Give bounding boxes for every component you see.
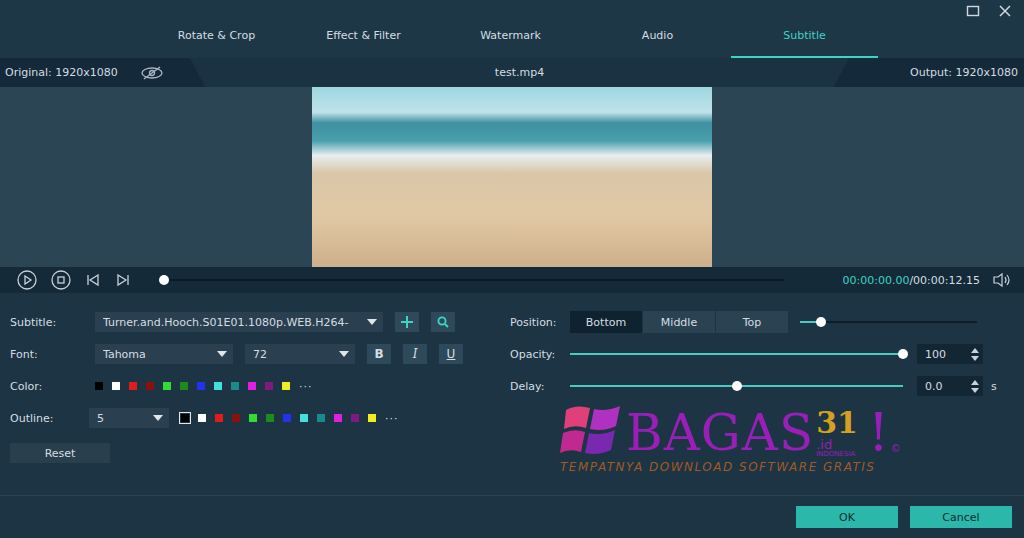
font-style-button[interactable]: U bbox=[439, 344, 463, 364]
color-swatch[interactable] bbox=[231, 382, 239, 390]
tab[interactable]: Subtitle bbox=[731, 0, 878, 58]
subtitle-editor-window: Rotate & CropEffect & FilterWatermarkAud… bbox=[0, 0, 1024, 538]
color-swatch[interactable] bbox=[265, 382, 273, 390]
player-bar: 00:00:00.00/00:00:12.15 bbox=[0, 267, 1024, 293]
color-swatch[interactable] bbox=[163, 382, 171, 390]
outline-swatch[interactable] bbox=[232, 414, 240, 422]
search-icon bbox=[437, 316, 449, 328]
info-row: Original: 1920x1080 test.mp4 Output: 1920x… bbox=[0, 58, 1024, 87]
color-swatch[interactable] bbox=[197, 382, 205, 390]
position-selector: BottomMiddleTop bbox=[570, 311, 788, 333]
tab[interactable]: Effect & Filter bbox=[290, 0, 437, 58]
outline-swatch[interactable] bbox=[317, 414, 325, 422]
outline-swatch[interactable] bbox=[198, 414, 206, 422]
close-icon[interactable] bbox=[998, 4, 1012, 18]
color-swatch[interactable] bbox=[282, 382, 290, 390]
tab[interactable]: Watermark bbox=[437, 0, 584, 58]
previous-icon[interactable] bbox=[84, 271, 102, 289]
color-label: Color: bbox=[10, 380, 83, 393]
outline-swatch[interactable] bbox=[300, 414, 308, 422]
position-slider[interactable] bbox=[800, 321, 977, 323]
stop-icon[interactable] bbox=[50, 269, 72, 291]
output-size: Output: 1920x1080 bbox=[910, 66, 1018, 79]
outline-swatch[interactable] bbox=[266, 414, 274, 422]
font-label: Font: bbox=[10, 348, 83, 361]
font-dropdown[interactable]: Tahoma bbox=[95, 344, 233, 364]
delay-unit: s bbox=[991, 380, 997, 393]
dialog-button[interactable]: OK bbox=[796, 506, 898, 528]
video-frame bbox=[312, 87, 712, 267]
outline-swatch[interactable] bbox=[351, 414, 359, 422]
footer: OK Cancel bbox=[0, 495, 1024, 538]
delay-label: Delay: bbox=[510, 380, 558, 393]
reset-button[interactable]: Reset bbox=[10, 443, 110, 463]
outline-swatch[interactable] bbox=[215, 414, 223, 422]
outline-label: Outline: bbox=[10, 412, 83, 425]
tab[interactable]: Rotate & Crop bbox=[143, 0, 290, 58]
next-icon[interactable] bbox=[114, 271, 132, 289]
color-swatch[interactable] bbox=[180, 382, 188, 390]
search-subtitle-button[interactable] bbox=[431, 312, 455, 332]
outline-swatch[interactable] bbox=[368, 414, 376, 422]
color-swatch[interactable] bbox=[146, 382, 154, 390]
eye-hidden-icon[interactable] bbox=[140, 66, 164, 80]
preview-area bbox=[0, 87, 1024, 267]
color-swatch[interactable] bbox=[129, 382, 137, 390]
outline-swatch[interactable] bbox=[181, 414, 189, 422]
outline-swatch[interactable] bbox=[283, 414, 291, 422]
color-swatch[interactable] bbox=[248, 382, 256, 390]
site-watermark: BAGAS31.idINDONESIA!©TEMPATNYA DOWNLOAD … bbox=[560, 402, 901, 474]
position-option[interactable]: Middle bbox=[643, 311, 715, 333]
opacity-slider[interactable] bbox=[570, 353, 903, 355]
time-display: 00:00:00.00/00:00:12.15 bbox=[842, 274, 980, 287]
more-outline-colors-button[interactable]: ··· bbox=[385, 412, 399, 425]
outline-dropdown[interactable]: 5 bbox=[89, 408, 169, 428]
dialog-button[interactable]: Cancel bbox=[910, 506, 1012, 528]
opacity-input[interactable]: 100 bbox=[917, 344, 983, 364]
delay-handle[interactable] bbox=[732, 381, 742, 391]
seek-slider[interactable] bbox=[164, 279, 784, 281]
delay-input[interactable]: 0.0 bbox=[917, 376, 983, 396]
font-size-dropdown[interactable]: 72 bbox=[245, 344, 355, 364]
add-subtitle-button[interactable] bbox=[395, 312, 419, 332]
opacity-handle[interactable] bbox=[898, 349, 908, 359]
font-style-button[interactable]: I bbox=[403, 344, 427, 364]
opacity-label: Opacity: bbox=[510, 348, 558, 361]
subtitle-label: Subtitle: bbox=[10, 316, 83, 329]
windows-flag-icon bbox=[560, 402, 624, 458]
color-swatch[interactable] bbox=[112, 382, 120, 390]
volume-icon[interactable] bbox=[992, 272, 1012, 288]
position-option[interactable]: Top bbox=[716, 311, 788, 333]
outline-swatch[interactable] bbox=[334, 414, 342, 422]
play-icon[interactable] bbox=[16, 269, 38, 291]
font-style-button[interactable]: B bbox=[367, 344, 391, 364]
color-swatch[interactable] bbox=[214, 382, 222, 390]
position-handle[interactable] bbox=[816, 317, 826, 327]
plus-icon bbox=[401, 316, 413, 328]
outline-swatch[interactable] bbox=[249, 414, 257, 422]
color-swatch[interactable] bbox=[95, 382, 103, 390]
subtitle-dropdown[interactable]: Turner.and.Hooch.S01E01.1080p.WEB.H264- bbox=[95, 312, 383, 332]
original-size: Original: 1920x1080 bbox=[5, 66, 118, 79]
more-colors-button[interactable]: ··· bbox=[299, 380, 313, 393]
delay-slider[interactable] bbox=[570, 385, 903, 387]
tab-bar: Rotate & CropEffect & FilterWatermarkAud… bbox=[0, 0, 1024, 58]
tab[interactable]: Audio bbox=[584, 0, 731, 58]
file-name: test.mp4 bbox=[205, 66, 834, 79]
maximize-icon[interactable] bbox=[966, 4, 980, 18]
position-option[interactable]: Bottom bbox=[570, 311, 642, 333]
position-label: Position: bbox=[510, 316, 558, 329]
seek-handle[interactable] bbox=[159, 275, 169, 285]
